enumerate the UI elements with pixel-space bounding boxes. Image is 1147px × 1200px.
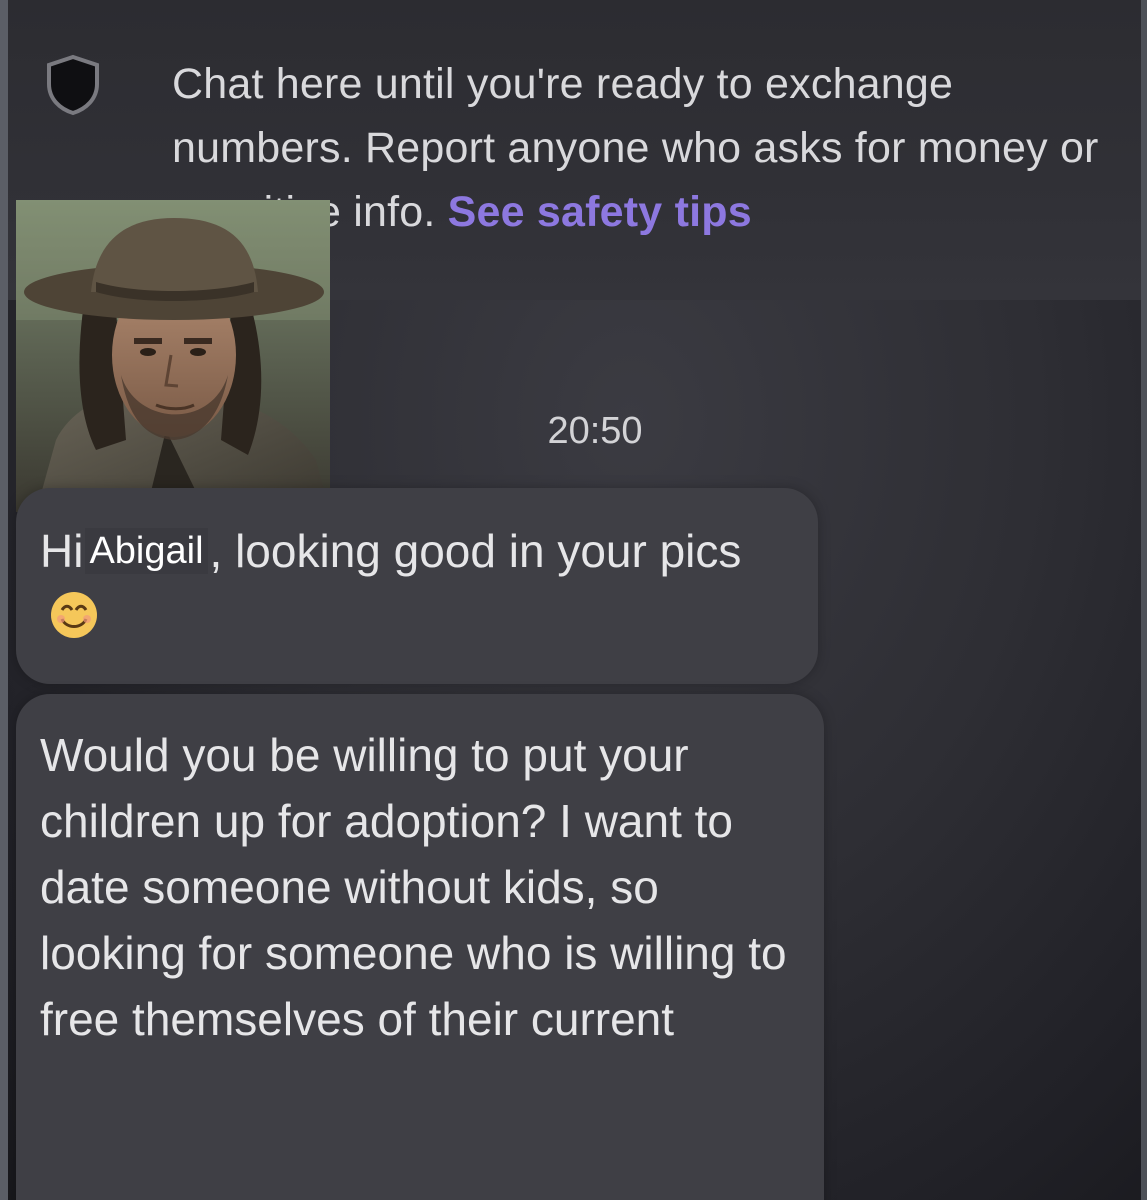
message-text: Would you be willing to put your childre… <box>40 729 800 1045</box>
smiling-face-icon <box>51 592 97 638</box>
message-body: , looking good in your pics <box>209 525 742 577</box>
profile-photo <box>16 200 330 512</box>
safety-tips-link[interactable]: See safety tips <box>448 188 752 236</box>
message-text: Hi Abigail, looking good in your pics <box>40 518 800 650</box>
message-timestamp: 20:50 <box>547 410 643 452</box>
recipient-name: Abigail <box>85 528 208 574</box>
chat-screen: Chat here until you're ready to exchange… <box>0 0 1147 1200</box>
shield-icon <box>47 54 99 116</box>
avatar[interactable] <box>16 200 330 512</box>
message-greeting: Hi <box>40 525 84 577</box>
